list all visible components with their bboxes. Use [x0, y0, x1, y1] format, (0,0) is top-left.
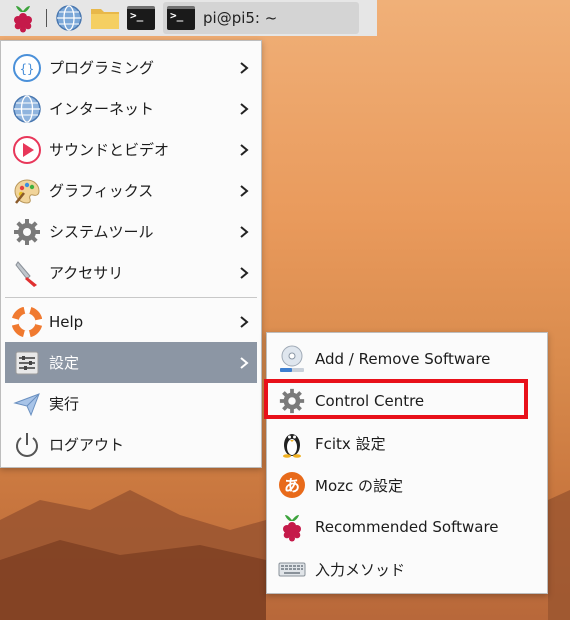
menu-divider	[5, 297, 257, 298]
logout-power-icon	[11, 429, 43, 461]
menu-item-run[interactable]: 実行	[1, 383, 261, 424]
menu-item-settings[interactable]: 設定	[5, 342, 257, 383]
svg-text:{}: {}	[20, 62, 34, 76]
raspberry-pi-menu-button[interactable]	[0, 0, 46, 36]
keyboard-icon	[277, 554, 307, 584]
menu-item-system-tools[interactable]: システムツール	[1, 211, 261, 252]
chevron-right-icon	[240, 102, 249, 115]
menu-item-label: Help	[49, 312, 84, 331]
chevron-right-icon	[240, 225, 249, 238]
window-title: pi@pi5: ~	[203, 9, 278, 27]
programming-icon: {}	[11, 52, 43, 84]
raspberry-pi-menu-icon	[14, 6, 32, 33]
menu-item-label: 設定	[49, 354, 80, 372]
submenu-item-label: Fcitx 設定	[315, 434, 386, 453]
submenu-item-mozc-settings[interactable]: あ Mozc の設定	[267, 464, 547, 506]
file-manager-launcher[interactable]	[87, 0, 123, 36]
submenu-item-fcitx-settings[interactable]: Fcitx 設定	[267, 422, 547, 464]
submenu-item-label: Mozc の設定	[315, 476, 404, 495]
help-lifebuoy-icon	[11, 306, 43, 338]
run-paper-plane-icon	[11, 388, 43, 420]
menu-item-programming[interactable]: {} プログラミング	[1, 47, 261, 88]
menu-item-help[interactable]: Help	[1, 301, 261, 342]
menu-item-label: システムツール	[49, 223, 154, 241]
submenu-item-add-remove-software[interactable]: Add / Remove Software	[267, 338, 547, 380]
graphics-palette-icon	[11, 175, 43, 207]
main-menu: {} プログラミング インターネット サウンドとビデオ グラフィックス システム…	[0, 40, 262, 468]
submenu-item-control-centre[interactable]: Control Centre	[267, 380, 547, 422]
chevron-right-icon	[240, 315, 249, 328]
menu-item-label: インターネット	[49, 100, 155, 118]
fcitx-penguin-icon	[277, 428, 307, 458]
raspberry-pi-icon	[277, 512, 307, 542]
chevron-right-icon	[240, 266, 249, 279]
submenu-item-recommended-software[interactable]: Recommended Software	[267, 506, 547, 548]
menu-item-logout[interactable]: ログアウト	[1, 424, 261, 465]
menu-item-label: グラフィックス	[49, 182, 154, 200]
submenu-item-input-method[interactable]: 入力メソッド	[267, 548, 547, 590]
internet-globe-icon	[11, 93, 43, 125]
terminal-icon	[127, 6, 155, 30]
settings-submenu: Add / Remove Software Control Centre Fci…	[266, 332, 548, 594]
web-browser-icon	[56, 5, 82, 31]
submenu-item-label: 入力メソッド	[315, 560, 406, 579]
chevron-right-icon	[240, 143, 249, 156]
menu-item-label: ログアウト	[49, 436, 125, 454]
taskbar-separator	[46, 9, 47, 27]
menu-item-label: 実行	[49, 395, 80, 413]
taskbar: pi@pi5: ~	[0, 0, 377, 36]
settings-icon	[11, 347, 43, 379]
chevron-right-icon	[240, 356, 249, 369]
mozc-icon: あ	[277, 470, 307, 500]
chevron-right-icon	[240, 184, 249, 197]
sound-video-icon	[11, 134, 43, 166]
web-browser-launcher[interactable]	[51, 0, 87, 36]
terminal-icon	[167, 6, 195, 30]
menu-item-label: プログラミング	[49, 59, 155, 77]
chevron-right-icon	[240, 61, 249, 74]
accessories-knife-icon	[11, 257, 43, 289]
menu-item-graphics[interactable]: グラフィックス	[1, 170, 261, 211]
control-centre-gear-icon	[277, 386, 307, 416]
terminal-launcher[interactable]	[123, 0, 159, 36]
file-manager-icon	[91, 9, 119, 29]
menu-item-accessories[interactable]: アクセサリ	[1, 252, 261, 293]
menu-item-label: サウンドとビデオ	[49, 141, 170, 159]
submenu-item-label: Control Centre	[315, 392, 425, 410]
menu-item-internet[interactable]: インターネット	[1, 88, 261, 129]
submenu-item-label: Add / Remove Software	[315, 350, 491, 368]
add-remove-software-icon	[277, 344, 307, 374]
taskbar-window-terminal[interactable]: pi@pi5: ~	[163, 2, 359, 34]
system-tools-gear-icon	[11, 216, 43, 248]
menu-item-sound-video[interactable]: サウンドとビデオ	[1, 129, 261, 170]
menu-item-label: アクセサリ	[49, 264, 124, 282]
svg-text:あ: あ	[284, 476, 300, 495]
submenu-item-label: Recommended Software	[315, 518, 499, 536]
